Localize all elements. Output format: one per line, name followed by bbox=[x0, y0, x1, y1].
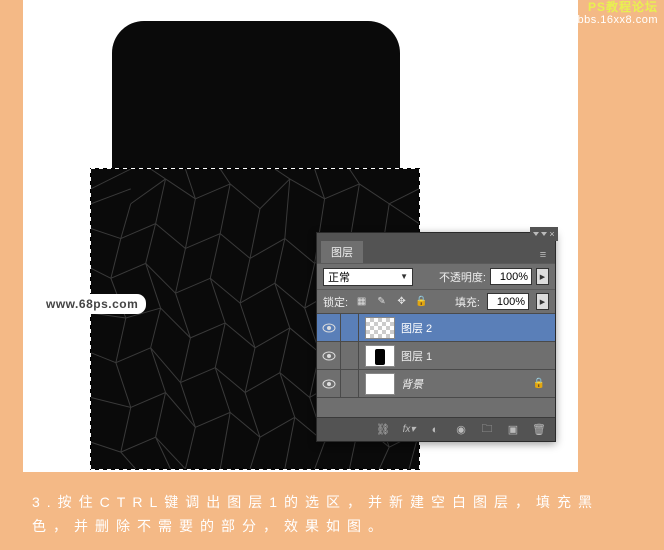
panel-header: × bbox=[317, 233, 555, 241]
opacity-field[interactable]: 100% bbox=[490, 268, 532, 285]
layers-list: 图层 2 图层 1 背景 🔒 bbox=[317, 313, 555, 417]
opacity-label: 不透明度: bbox=[439, 269, 486, 285]
layer-name[interactable]: 背景 bbox=[401, 376, 423, 392]
layer-thumbnail[interactable] bbox=[365, 373, 395, 395]
layer-thumbnail[interactable] bbox=[365, 345, 395, 367]
layer-name[interactable]: 图层 2 bbox=[401, 320, 432, 336]
layers-panel: × 图层 ≡ 正常▼ 不透明度: 100% ▶ 锁定: ▦ ✎ ✥ 🔒 填充: … bbox=[316, 232, 556, 442]
lock-fill-row: 锁定: ▦ ✎ ✥ 🔒 填充: 100% ▶ bbox=[317, 289, 555, 313]
site-watermark: www.68ps.com bbox=[38, 294, 146, 314]
adjustment-icon[interactable]: ◉ bbox=[453, 422, 469, 438]
panel-collapse-icon[interactable]: × bbox=[530, 227, 558, 241]
opacity-stepper[interactable]: ▶ bbox=[536, 268, 549, 285]
visibility-toggle[interactable] bbox=[317, 314, 341, 341]
visibility-toggle[interactable] bbox=[317, 370, 341, 397]
lock-position-icon[interactable]: ✥ bbox=[395, 295, 408, 308]
new-layer-icon[interactable]: ▣ bbox=[505, 422, 521, 438]
layer-name[interactable]: 图层 1 bbox=[401, 348, 432, 364]
fill-label: 填充: bbox=[455, 294, 480, 310]
lock-all-icon[interactable]: 🔒 bbox=[415, 295, 428, 308]
link-layers-icon[interactable]: ⛓ bbox=[375, 422, 391, 438]
lock-pixel-icon[interactable]: ✎ bbox=[375, 295, 388, 308]
lock-transparency-icon[interactable]: ▦ bbox=[355, 295, 368, 308]
fill-field[interactable]: 100% bbox=[487, 293, 529, 310]
layer-row[interactable]: 背景 🔒 bbox=[317, 369, 555, 397]
trash-icon[interactable]: 🗑 bbox=[531, 422, 547, 438]
panel-footer: ⛓ fx▾ ◐ ◉ 🗀 ▣ 🗑 bbox=[317, 417, 555, 441]
panel-tabs: 图层 ≡ bbox=[317, 241, 555, 263]
group-icon[interactable]: 🗀 bbox=[479, 422, 495, 438]
instruction-text: 3.按住CTRL键调出图层1的选区，并新建空白图层，填充黑色，并删除不需要的部分… bbox=[32, 490, 634, 538]
visibility-toggle[interactable] bbox=[317, 342, 341, 369]
panel-menu-icon[interactable]: ≡ bbox=[535, 247, 551, 263]
mask-icon[interactable]: ◐ bbox=[427, 422, 443, 438]
fx-icon[interactable]: fx▾ bbox=[401, 422, 417, 438]
blend-opacity-row: 正常▼ 不透明度: 100% ▶ bbox=[317, 263, 555, 289]
layer-row[interactable]: 图层 1 bbox=[317, 341, 555, 369]
lock-label: 锁定: bbox=[323, 294, 348, 310]
tab-layers[interactable]: 图层 bbox=[321, 241, 363, 263]
layer-thumbnail[interactable] bbox=[365, 317, 395, 339]
fill-stepper[interactable]: ▶ bbox=[536, 293, 549, 310]
blend-mode-dropdown[interactable]: 正常▼ bbox=[323, 268, 413, 286]
layer-row[interactable]: 图层 2 bbox=[317, 313, 555, 341]
lock-icon: 🔒 bbox=[533, 378, 545, 389]
forum-watermark: PS教程论坛 bbs.16xx8.com bbox=[578, 1, 658, 27]
